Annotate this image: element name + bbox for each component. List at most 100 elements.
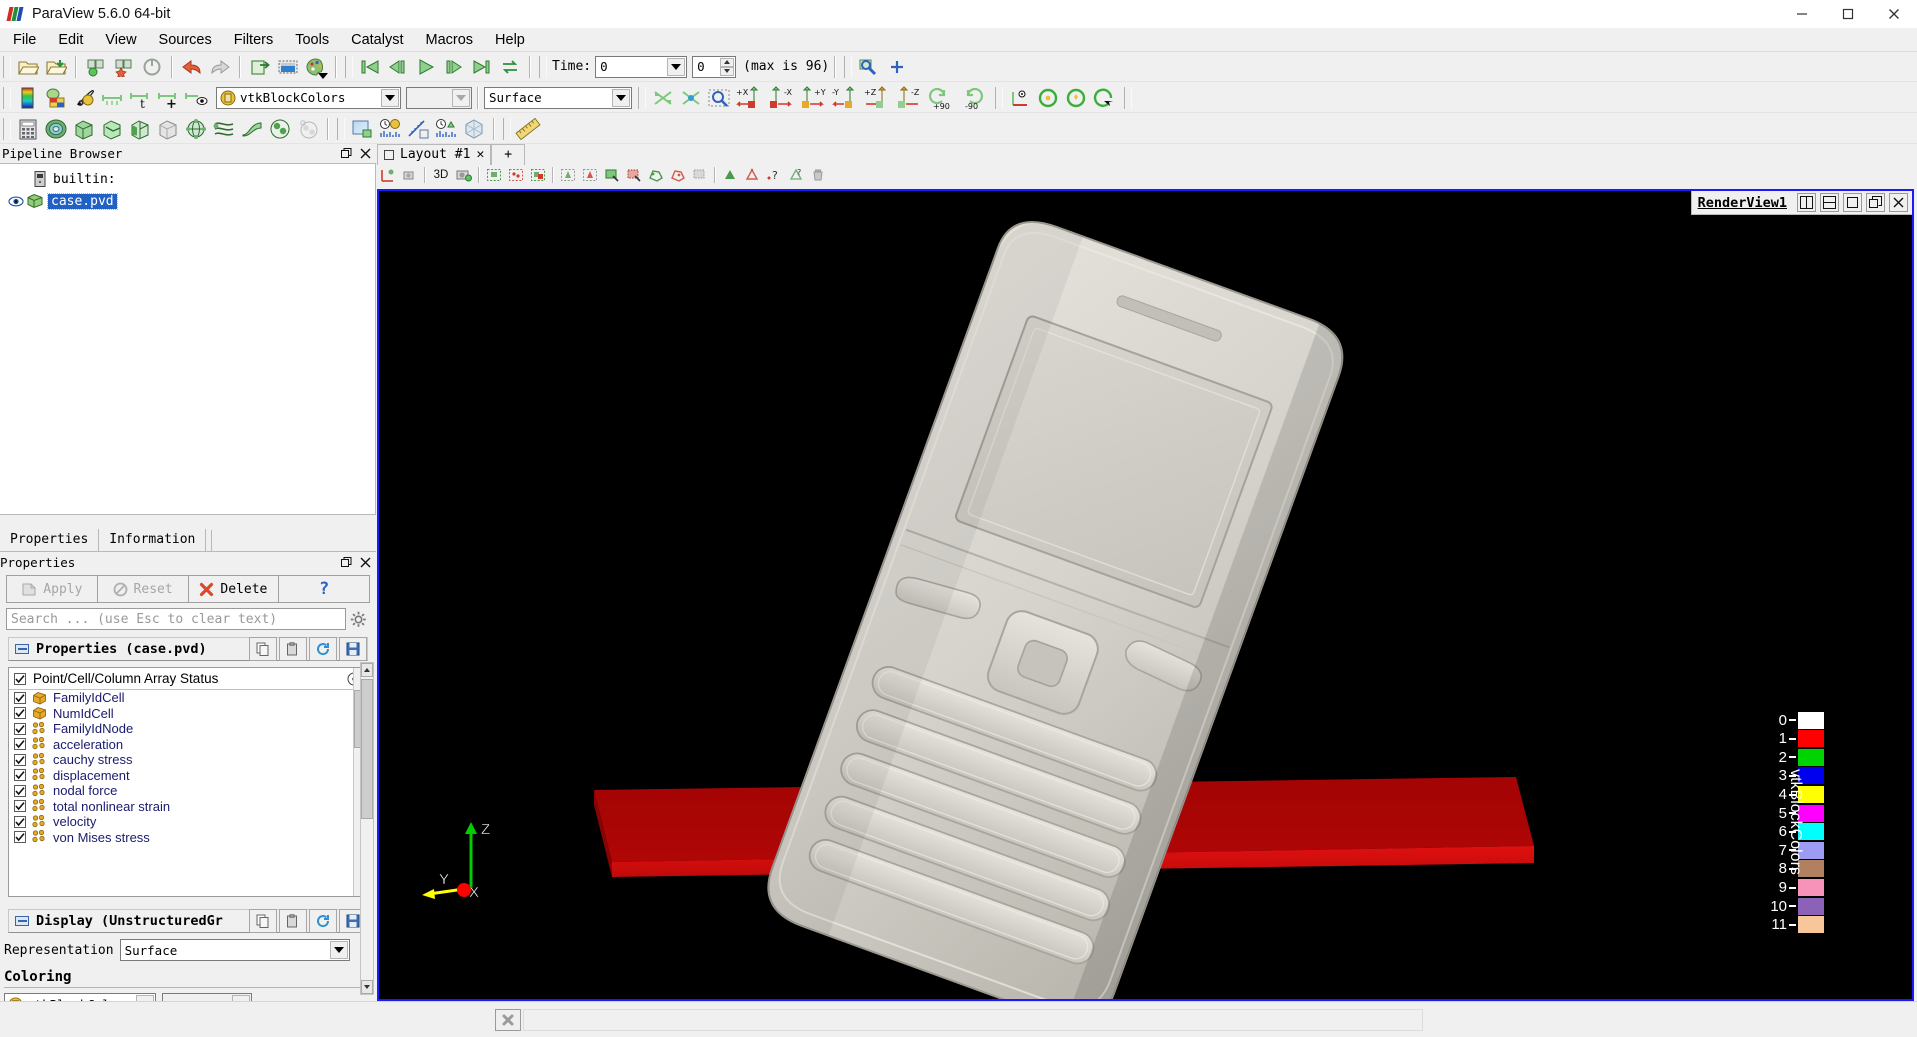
properties-scrollbar[interactable]	[360, 662, 374, 995]
rescale-temporal-icon[interactable]: t	[127, 85, 153, 111]
select-block-icon[interactable]	[580, 166, 600, 184]
toolbar-grip[interactable]	[1124, 86, 1132, 109]
array-row[interactable]: NumIdCell	[9, 706, 367, 722]
select-cells-through-icon[interactable]	[528, 166, 548, 184]
first-frame-icon[interactable]	[357, 54, 383, 80]
connect-icon[interactable]	[247, 54, 273, 80]
add-layout-tab[interactable]: +	[491, 144, 526, 165]
array-status-header[interactable]: Point/Cell/Column Array Status	[9, 668, 367, 690]
toolbar-grip[interactable]	[337, 117, 345, 140]
array-checkbox[interactable]	[14, 738, 26, 751]
toolbar-grip[interactable]	[638, 86, 646, 109]
menu-catalyst[interactable]: Catalyst	[340, 30, 414, 50]
save-data-icon[interactable]	[83, 54, 109, 80]
help-button[interactable]: ?	[278, 575, 370, 603]
open-recent-file-icon[interactable]	[43, 54, 69, 80]
close-button[interactable]	[1871, 0, 1917, 28]
toolbar-grip[interactable]	[503, 117, 511, 140]
color-component-combo[interactable]	[406, 86, 472, 109]
close-icon[interactable]: ✕	[476, 147, 484, 162]
restore-defaults-icon[interactable]	[309, 909, 337, 933]
chevron-down-icon[interactable]	[381, 88, 399, 107]
spinner-down-icon[interactable]	[720, 66, 735, 76]
toolbar-grip[interactable]	[539, 55, 547, 78]
zoom-to-data-icon[interactable]	[678, 85, 704, 111]
rotate-90-cw-icon[interactable]: +90	[926, 85, 956, 111]
rotate-center-icon[interactable]	[1091, 85, 1117, 111]
chevron-down-icon[interactable]	[452, 88, 470, 107]
toolbar-grip[interactable]	[3, 117, 11, 140]
tab-information[interactable]: Information	[99, 529, 207, 551]
array-row[interactable]: total nonlinear strain	[9, 799, 367, 815]
array-checkbox[interactable]	[14, 784, 26, 797]
array-checkbox[interactable]	[14, 691, 26, 704]
menu-sources[interactable]: Sources	[148, 30, 223, 50]
collapse-icon[interactable]	[15, 916, 29, 926]
interactive-select-points-icon[interactable]	[624, 166, 644, 184]
maximize-view-icon[interactable]	[1843, 193, 1862, 212]
color-palette-icon[interactable]	[303, 54, 329, 80]
copy-icon[interactable]	[249, 637, 277, 661]
warp-icon[interactable]	[239, 116, 265, 142]
menu-filters[interactable]: Filters	[223, 30, 284, 50]
clip-icon[interactable]	[71, 116, 97, 142]
minimize-button[interactable]	[1779, 0, 1825, 28]
menu-macros[interactable]: Macros	[414, 30, 484, 50]
set-view-minus-z-icon[interactable]: -Z	[894, 85, 924, 111]
array-checkbox[interactable]	[14, 707, 26, 720]
pipeline-undock-icon[interactable]	[338, 146, 354, 162]
interactive-select-cells-icon[interactable]	[602, 166, 622, 184]
array-row[interactable]: velocity	[9, 814, 367, 830]
pick-center-icon[interactable]	[1063, 85, 1089, 111]
tab-properties[interactable]: Properties	[0, 529, 100, 551]
pipeline-close-icon[interactable]	[357, 146, 373, 162]
array-checkbox[interactable]	[14, 769, 26, 782]
spinner-buttons[interactable]	[720, 57, 735, 76]
plot-over-time-icon[interactable]	[377, 116, 403, 142]
array-row[interactable]: FamilyIdCell	[9, 690, 367, 706]
undock-view-icon[interactable]	[1866, 193, 1885, 212]
properties-close-icon[interactable]	[357, 554, 373, 570]
menu-tools[interactable]: Tools	[284, 30, 340, 50]
display-properties-section-header[interactable]: Display (UnstructuredGr	[8, 909, 368, 933]
chevron-down-icon[interactable]	[612, 88, 630, 107]
color-array-combo[interactable]: vtkBlockColors	[216, 86, 401, 109]
spinner-up-icon[interactable]	[720, 57, 735, 67]
scroll-down-button[interactable]	[361, 980, 373, 994]
last-frame-icon[interactable]	[469, 54, 495, 80]
quartile-chart-icon[interactable]	[461, 116, 487, 142]
array-row[interactable]: cauchy stress	[9, 752, 367, 768]
array-checkbox[interactable]	[14, 753, 26, 766]
visibility-eye-icon[interactable]	[6, 196, 26, 207]
set-view-plus-z-icon[interactable]: +Z	[862, 85, 892, 111]
rescale-custom-icon[interactable]	[99, 85, 125, 111]
pipeline-item-builtin[interactable]: builtin:	[0, 168, 375, 190]
maximize-button[interactable]	[1825, 0, 1871, 28]
pipeline-browser[interactable]: builtin: case.pvd	[0, 163, 376, 515]
clear-selection-icon[interactable]	[808, 166, 828, 184]
reset-range-icon[interactable]	[183, 85, 209, 111]
zoom-to-box-icon[interactable]	[706, 85, 732, 111]
ruler-icon[interactable]	[515, 116, 541, 142]
paste-icon[interactable]	[279, 637, 307, 661]
menu-help[interactable]: Help	[484, 30, 536, 50]
hover-cells-icon[interactable]	[720, 166, 740, 184]
array-status-list[interactable]: Point/Cell/Column Array Status FamilyIdC…	[8, 667, 368, 897]
save-defaults-icon[interactable]	[339, 637, 367, 661]
array-checkbox[interactable]	[14, 815, 26, 828]
set-view-minus-y-icon[interactable]: -Y	[830, 85, 860, 111]
menu-view[interactable]: View	[94, 30, 147, 50]
render-view-name[interactable]: RenderView1	[1692, 195, 1793, 211]
extract-selection-icon[interactable]: ?	[786, 166, 806, 184]
select-cells-with-polygon-icon[interactable]	[646, 166, 666, 184]
toolbar-grip[interactable]	[3, 55, 11, 78]
undo-icon[interactable]	[179, 54, 205, 80]
render-view-scene[interactable]: Z Y X 0 1 2 3 4 5 6 7 8 9 10 11 vtkBlockColors	[379, 191, 1912, 999]
search-input[interactable]: Search ... (use Esc to clear text)	[6, 608, 346, 630]
time-combo[interactable]: 0	[595, 55, 688, 78]
scrollbar-thumb[interactable]	[361, 679, 373, 819]
plot-data-icon[interactable]	[349, 116, 375, 142]
rescale-data-range-icon[interactable]	[43, 85, 69, 111]
show-center-axes-icon[interactable]	[1007, 85, 1033, 111]
set-view-plus-x-icon[interactable]: +X	[734, 85, 764, 111]
